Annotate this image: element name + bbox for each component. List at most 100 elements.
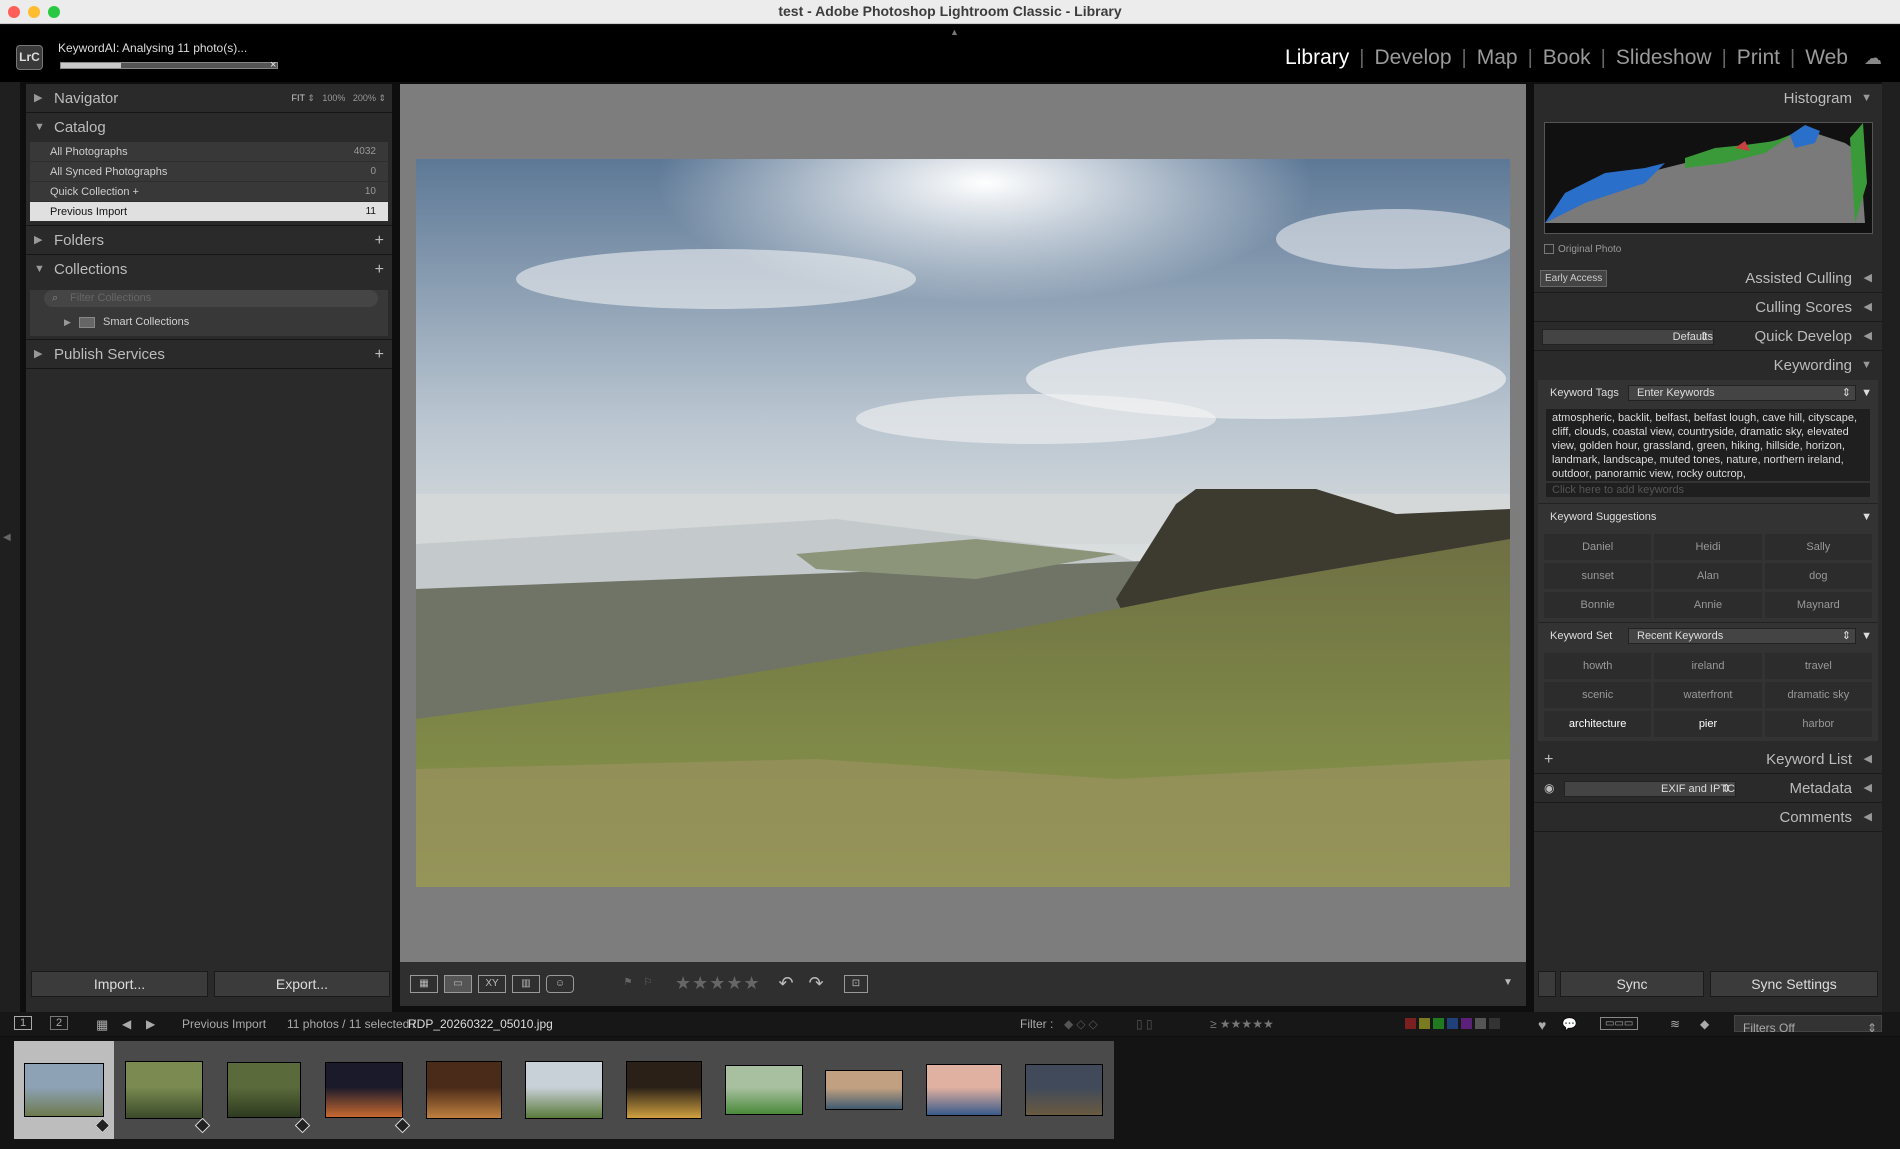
keywords-textarea[interactable]: atmospheric, backlit, belfast, belfast l… <box>1546 409 1870 481</box>
filter-lock-icon[interactable]: ◆ <box>1700 1017 1709 1031</box>
keyword-set-item[interactable]: howth <box>1544 653 1652 679</box>
custom-label-filter[interactable] <box>1475 1018 1486 1029</box>
edit-filter-icons[interactable]: ▯ ▯ <box>1136 1017 1153 1031</box>
navigator-zoom[interactable]: FIT ⇕ 100% 200% ⇕ <box>291 84 386 113</box>
people-view-icon[interactable]: ☺ <box>546 975 574 993</box>
navigator-header[interactable]: ▶ Navigator FIT ⇕ 100% 200% ⇕ <box>26 84 392 113</box>
export-button[interactable]: Export... <box>214 971 390 997</box>
import-button[interactable]: Import... <box>31 971 208 997</box>
filmstrip-thumbnail[interactable] <box>414 1041 514 1139</box>
grid-icon[interactable]: ▦ <box>96 1017 108 1033</box>
module-web[interactable]: Web <box>1795 46 1858 70</box>
comment-icon[interactable]: 💬 <box>1562 1017 1577 1031</box>
color-label-filters[interactable] <box>1405 1018 1500 1029</box>
filmstrip-thumbnail[interactable] <box>714 1041 814 1139</box>
add-publish-service-icon[interactable]: + <box>375 340 384 369</box>
back-arrow-icon[interactable]: ◀ <box>122 1017 131 1031</box>
keyword-set-item[interactable]: ireland <box>1654 653 1762 679</box>
collapse-triangle-icon[interactable]: ▼ <box>1861 623 1872 650</box>
keyword-set-item[interactable]: dramatic sky <box>1764 682 1872 708</box>
filmstrip-thumbnail[interactable] <box>1014 1041 1114 1139</box>
keyword-suggestion[interactable]: Sally <box>1764 534 1872 560</box>
forward-arrow-icon[interactable]: ▶ <box>146 1017 155 1031</box>
reject-flag-icon[interactable]: ⚐ <box>640 975 656 993</box>
loupe-view-icon[interactable]: ▭ <box>444 975 472 993</box>
stack-icon[interactable]: ≋ <box>1670 1017 1680 1031</box>
filter-collections-input[interactable]: ⌕ Filter Collections <box>44 290 378 307</box>
rotate-right-icon[interactable]: ↷ <box>805 974 827 993</box>
compare-view-icon[interactable]: XY <box>478 975 506 993</box>
module-slideshow[interactable]: Slideshow <box>1606 46 1722 70</box>
blue-label-filter[interactable] <box>1447 1018 1458 1029</box>
flag-filter-icons[interactable]: ◆◇◇ <box>1064 1017 1101 1031</box>
module-map[interactable]: Map <box>1467 46 1528 70</box>
layout-toggle-icon[interactable]: ▭▭▭ <box>1600 1017 1639 1030</box>
catalog-item-selected[interactable]: Previous Import 11 <box>30 202 388 222</box>
keyword-suggestion[interactable]: Alan <box>1654 563 1762 589</box>
add-folder-icon[interactable]: + <box>375 226 384 255</box>
zoom-100[interactable]: 100% <box>322 93 345 103</box>
cancel-progress-icon[interactable]: × <box>270 59 276 71</box>
filter-preset-select[interactable]: Filters Off ⇕ <box>1734 1015 1882 1035</box>
keyword-set-item[interactable]: harbor <box>1764 711 1872 737</box>
toolbar-content-chevron-down-icon[interactable]: ▼ <box>1500 975 1516 993</box>
zoom-200[interactable]: 200% <box>353 93 376 103</box>
publish-services-header[interactable]: ▶ Publish Services + <box>26 340 392 369</box>
grid-view-icon[interactable]: ▦ <box>410 975 438 993</box>
filmstrip-thumbnail[interactable] <box>314 1041 414 1139</box>
eye-icon[interactable]: ◉ <box>1544 774 1554 803</box>
filmstrip-thumbnail[interactable] <box>214 1041 314 1139</box>
catalog-item[interactable]: Quick Collection + 10 <box>30 182 388 202</box>
add-keywords-input[interactable]: Click here to add keywords <box>1546 483 1870 497</box>
quick-develop-header[interactable]: Defaults ⇕ Quick Develop ◀ <box>1534 322 1882 351</box>
module-print[interactable]: Print <box>1727 46 1790 70</box>
filmstrip-thumbnail[interactable] <box>114 1041 214 1139</box>
keyword-set-item[interactable]: scenic <box>1544 682 1652 708</box>
collapse-top-panel-icon[interactable]: ▲ <box>950 27 959 37</box>
keyword-suggestion[interactable]: Maynard <box>1764 592 1872 618</box>
keyword-suggestion[interactable]: sunset <box>1544 563 1652 589</box>
quick-develop-preset-select[interactable]: Defaults ⇕ <box>1542 329 1714 345</box>
right-panel-edge[interactable] <box>1882 82 1900 1014</box>
expand-triangle-icon[interactable]: ▶ <box>64 310 71 334</box>
comments-header[interactable]: Comments ◀ <box>1534 803 1882 832</box>
red-label-filter[interactable] <box>1405 1018 1416 1029</box>
metadata-preset-select[interactable]: EXIF and IPTC ⇕ <box>1564 781 1736 797</box>
main-photo[interactable] <box>416 159 1510 887</box>
add-keyword-icon[interactable]: + <box>1544 745 1553 774</box>
module-develop[interactable]: Develop <box>1364 46 1461 70</box>
keyword-suggestion[interactable]: Heidi <box>1654 534 1762 560</box>
keyword-list-header[interactable]: + Keyword List ◀ <box>1534 745 1882 774</box>
heart-icon[interactable]: ♥ <box>1538 1017 1546 1033</box>
green-label-filter[interactable] <box>1433 1018 1444 1029</box>
culling-scores-header[interactable]: Culling Scores ◀ <box>1534 293 1882 322</box>
filmstrip-thumbnail[interactable] <box>814 1041 914 1139</box>
keyword-set-item[interactable]: waterfront <box>1654 682 1762 708</box>
filmstrip-source[interactable]: Previous Import <box>182 1017 266 1031</box>
filmstrip-thumbnail[interactable] <box>614 1041 714 1139</box>
keyword-set-item[interactable]: pier <box>1654 711 1762 737</box>
metadata-header[interactable]: ◉ EXIF and IPTC ⇕ Metadata ◀ <box>1534 774 1882 803</box>
purple-label-filter[interactable] <box>1461 1018 1472 1029</box>
flag-icon[interactable]: ⚑ <box>620 975 636 993</box>
survey-view-icon[interactable]: ▥ <box>512 975 540 993</box>
keyword-suggestion[interactable]: dog <box>1764 563 1872 589</box>
sync-button[interactable]: Sync <box>1560 971 1704 997</box>
smart-collections-item[interactable]: ▶ Smart Collections <box>30 310 388 334</box>
rotate-left-icon[interactable]: ↶ <box>775 974 797 993</box>
cloud-icon[interactable]: ☁ <box>1864 48 1882 69</box>
keyword-suggestion[interactable]: Annie <box>1654 592 1762 618</box>
zoom-fit[interactable]: FIT <box>291 93 304 103</box>
keyword-suggestion[interactable]: Daniel <box>1544 534 1652 560</box>
keyword-set-item[interactable]: travel <box>1764 653 1872 679</box>
keywording-header[interactable]: Keywording ▼ <box>1534 351 1882 380</box>
keyword-suggestion[interactable]: Bonnie <box>1544 592 1652 618</box>
module-library[interactable]: Library <box>1275 46 1359 70</box>
rating-stars[interactable]: ★★★★★ <box>675 973 761 994</box>
keyword-set-item[interactable]: architecture <box>1544 711 1652 737</box>
rating-filter-icon[interactable]: ≥ ★★★★★ <box>1210 1017 1274 1031</box>
folders-header[interactable]: ▶ Folders + <box>26 226 392 255</box>
histogram-header[interactable]: Histogram ▼ <box>1534 84 1882 113</box>
keyword-suggestions-row[interactable]: Keyword Suggestions ▼ <box>1538 503 1878 530</box>
second-screen-button[interactable]: 2 <box>50 1016 69 1030</box>
